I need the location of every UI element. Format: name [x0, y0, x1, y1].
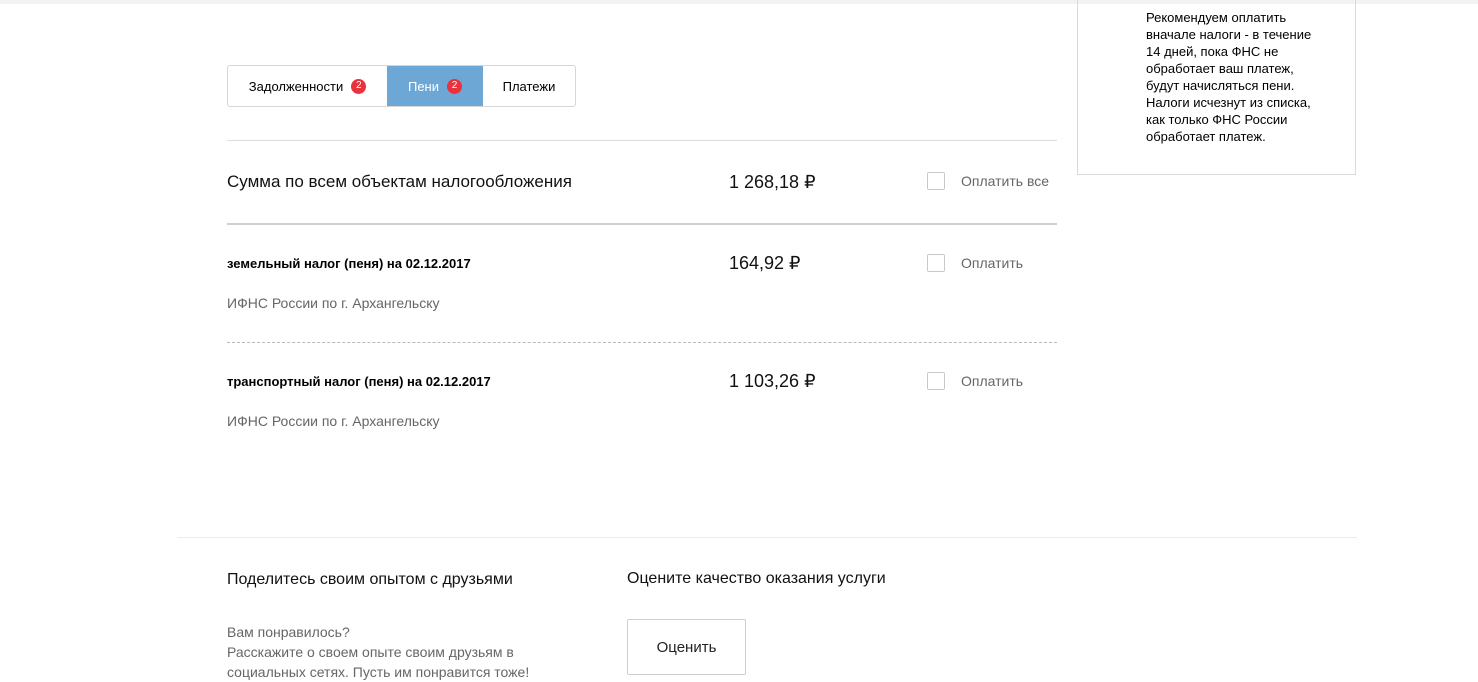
info-text: Рекомендуем оплатить вначале налоги - в …: [1146, 10, 1312, 144]
tab-penalties[interactable]: Пени 2: [387, 66, 483, 106]
rate-title: Оцените качество оказания услуги: [627, 570, 886, 587]
tab-payments-label: Платежи: [502, 78, 556, 94]
share-title: Поделитесь своим опытом с друзьями: [227, 571, 513, 588]
tax-item-amount: 164,92 ₽: [729, 253, 801, 273]
tab-penalties-badge: 2: [447, 78, 462, 94]
share-text-line: Расскажите о своем опыте своим друзьям в: [227, 644, 514, 660]
share-text-line: Вам понравилось?: [227, 624, 350, 640]
pay-item-label[interactable]: Оплатить: [961, 255, 1023, 271]
share-text-line: социальных сетях. Пусть им понравится то…: [227, 664, 530, 680]
share-text: Вам понравилось? Расскажите о своем опыт…: [227, 622, 529, 682]
tab-payments[interactable]: Платежи: [483, 66, 575, 106]
pay-item-checkbox[interactable]: [927, 372, 945, 390]
tab-debts[interactable]: Задолженности 2: [228, 66, 387, 106]
divider: [227, 140, 1057, 141]
tabs: Задолженности 2 Пени 2 Платежи: [227, 65, 576, 107]
tab-penalties-label: Пени: [407, 78, 439, 94]
pay-item-label[interactable]: Оплатить: [961, 373, 1023, 389]
rate-button[interactable]: Оценить: [627, 619, 746, 675]
summary-amount: 1 268,18 ₽: [729, 172, 816, 192]
divider: [227, 223, 1057, 225]
pay-all-label[interactable]: Оплатить все: [961, 173, 1049, 189]
page: Задолженности 2 Пени 2 Платежи Рекоменду…: [0, 0, 1478, 682]
footer-divider: [177, 537, 1357, 538]
info-box: Рекомендуем оплатить вначале налоги - в …: [1077, 0, 1356, 175]
tax-item-title: земельный налог (пеня) на 02.12.2017: [227, 256, 471, 271]
dashed-divider: [227, 342, 1057, 343]
pay-all-checkbox[interactable]: [927, 172, 945, 190]
tab-debts-badge: 2: [351, 78, 367, 94]
tax-item-amount: 1 103,26 ₽: [729, 371, 816, 391]
summary-label: Сумма по всем объектам налогообложения: [227, 172, 572, 191]
tax-item-org: ИФНС России по г. Архангельску: [227, 295, 440, 311]
pay-item-checkbox[interactable]: [927, 254, 945, 272]
tax-item-title: транспортный налог (пеня) на 02.12.2017: [227, 374, 491, 389]
tab-debts-label: Задолженности: [248, 78, 344, 94]
tax-item-org: ИФНС России по г. Архангельску: [227, 413, 440, 429]
